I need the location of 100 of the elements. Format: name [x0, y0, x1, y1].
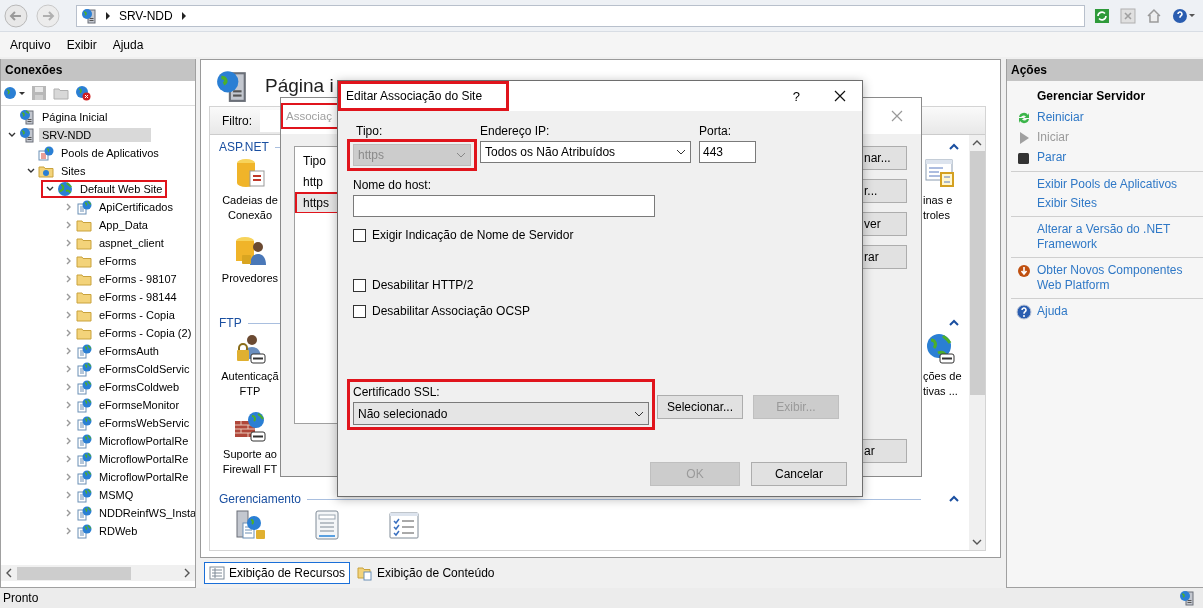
scroll-up-icon[interactable]	[972, 139, 982, 147]
feature-label[interactable]: Conexão	[227, 208, 272, 223]
stop-icon[interactable]	[1119, 7, 1138, 24]
tree-item[interactable]: aspnet_client	[96, 236, 167, 250]
action-link[interactable]: Reiniciar	[1037, 110, 1092, 125]
dialog-button[interactable]: rar	[862, 245, 907, 269]
feature-label[interactable]: Cadeias de	[222, 193, 278, 208]
folder-up-icon[interactable]	[53, 85, 69, 101]
tree-item[interactable]: eFormseMonitor	[96, 398, 183, 412]
menu-item[interactable]: Ajuda	[112, 37, 144, 52]
tree-item[interactable]: eForms - 98144	[96, 290, 180, 304]
checkbox[interactable]	[353, 278, 366, 292]
firewall-icon[interactable]	[234, 411, 266, 443]
view-tab[interactable]: Exibição de Recursos	[204, 562, 351, 584]
tree-item[interactable]: Pools de Aplicativos	[58, 146, 162, 160]
feature-label[interactable]: Provedores	[221, 271, 279, 286]
checkbox-label[interactable]: Desabilitar HTTP/2	[372, 278, 474, 292]
tree-item[interactable]: Sites	[58, 164, 89, 178]
save-icon[interactable]	[31, 85, 47, 101]
checklist-icon[interactable]	[388, 509, 420, 541]
action-link[interactable]: Ajuda	[1037, 304, 1076, 319]
checkbox[interactable]	[353, 304, 366, 318]
tree-item[interactable]: App_Data	[96, 218, 151, 232]
folder-icon	[76, 325, 92, 341]
view-tab[interactable]: Exibição de Conteúdo	[352, 562, 500, 584]
breadcrumb-arrow-icon[interactable]	[104, 11, 111, 20]
form-window-icon[interactable]	[923, 157, 955, 189]
action-link[interactable]: Alterar a Versão do .NET Framework	[1037, 222, 1203, 252]
feature-label[interactable]: tivas ...	[923, 384, 958, 399]
dialog-button[interactable]: Selecionar...	[657, 395, 743, 419]
tree-item[interactable]: Página Inicial	[39, 110, 111, 124]
database-icon[interactable]	[234, 157, 266, 189]
help-icon[interactable]	[1171, 7, 1197, 24]
chevron-down-icon[interactable]	[634, 410, 644, 417]
tree-item[interactable]: Default Web Site	[77, 182, 166, 196]
feature-label[interactable]: ções de	[923, 369, 962, 384]
back-icon[interactable]	[4, 3, 28, 28]
menu-item[interactable]: Exibir	[66, 37, 97, 52]
horizontal-scrollbar[interactable]	[1, 565, 195, 581]
tree-item[interactable]: MSMQ	[96, 488, 137, 502]
tree-item[interactable]: ApiCertificados	[96, 200, 176, 214]
collapse-icon[interactable]	[949, 143, 959, 151]
tree-item[interactable]: RDWeb	[96, 524, 141, 538]
dialog-button[interactable]: Cancelar	[751, 462, 847, 486]
dialog-button[interactable]: r...	[862, 179, 907, 203]
tree-item[interactable]: MicroflowPortalRe	[96, 470, 192, 484]
help-button[interactable]: ?	[788, 88, 804, 104]
tree-item[interactable]: MicroflowPortalRe	[96, 434, 192, 448]
feature-label[interactable]: inas e	[923, 193, 953, 208]
scroll-right-icon[interactable]	[182, 568, 192, 578]
forward-icon[interactable]	[35, 3, 60, 28]
checkbox-label[interactable]: Desabilitar Associação OCSP	[372, 304, 531, 318]
action-link[interactable]: Exibir Pools de Aplicativos	[1037, 177, 1186, 192]
field-label: Endereço IP:	[480, 123, 551, 139]
checkbox[interactable]	[353, 228, 366, 242]
ip-dropdown[interactable]: Todos os Não Atribuídos	[480, 141, 691, 163]
refresh-icon[interactable]	[1093, 7, 1112, 24]
tree-item[interactable]: eForms - 98107	[96, 272, 180, 286]
tree-item[interactable]: eForms	[96, 254, 140, 268]
host-field[interactable]	[353, 195, 655, 217]
dialog-button[interactable]: nar...	[862, 146, 907, 170]
feature-label[interactable]: troles	[923, 208, 950, 223]
tree-item[interactable]: eFormsColdServic	[96, 362, 193, 376]
connect-icon[interactable]	[3, 85, 25, 101]
web-app-icon	[76, 451, 92, 467]
database-user-icon[interactable]	[234, 235, 266, 267]
collapse-icon[interactable]	[949, 495, 959, 503]
collapse-icon[interactable]	[949, 319, 959, 327]
breadcrumb-item[interactable]: SRV-NDD	[118, 8, 173, 23]
action-link[interactable]: Parar	[1037, 150, 1075, 165]
tree-item[interactable]: SRV-NDD	[39, 128, 152, 142]
server-lock-icon[interactable]	[234, 509, 266, 541]
tree-item[interactable]: MicroflowPortalRe	[96, 452, 192, 466]
action-link[interactable]: Obter Novos Componentes Web Platform	[1037, 263, 1203, 293]
field-label: Tipo:	[355, 123, 384, 139]
vertical-scrollbar[interactable]	[969, 135, 985, 550]
scroll-down-icon[interactable]	[972, 538, 982, 546]
scroll-left-icon[interactable]	[4, 568, 14, 578]
menu-item[interactable]: Arquivo	[10, 37, 51, 52]
port-field[interactable]: 443	[699, 141, 756, 163]
dialog-button[interactable]: ver	[862, 212, 907, 236]
feature-label[interactable]: Firewall FT	[222, 462, 278, 477]
close-icon[interactable]	[834, 90, 846, 102]
chevron-down-icon[interactable]	[676, 149, 686, 155]
tree-item[interactable]: eFormsWebServic	[96, 416, 193, 430]
tree-item[interactable]: eForms - Copia	[96, 308, 178, 322]
checkbox-label[interactable]: Exigir Indicação de Nome de Servidor	[372, 228, 574, 242]
feature-label[interactable]: Autenticaçã	[221, 369, 279, 384]
address-bar[interactable]: SRV-NDD	[75, 4, 1086, 27]
action-link[interactable]: Exibir Sites	[1037, 196, 1106, 211]
feature-label[interactable]: Suporte ao	[223, 447, 277, 462]
tree-item[interactable]: eFormsColdweb	[96, 380, 183, 394]
breadcrumb-arrow-icon[interactable]	[180, 11, 187, 20]
disconnect-icon[interactable]	[75, 85, 91, 101]
feature-label[interactable]: FTP	[239, 384, 261, 399]
dialog-button[interactable]: ar	[862, 439, 907, 463]
certificate-dropdown[interactable]: Não selecionado	[353, 402, 649, 425]
tree-item[interactable]: eFormsAuth	[96, 344, 162, 358]
user-lock-icon[interactable]	[234, 333, 266, 365]
tree-item[interactable]: eForms - Copia (2)	[96, 326, 195, 340]
